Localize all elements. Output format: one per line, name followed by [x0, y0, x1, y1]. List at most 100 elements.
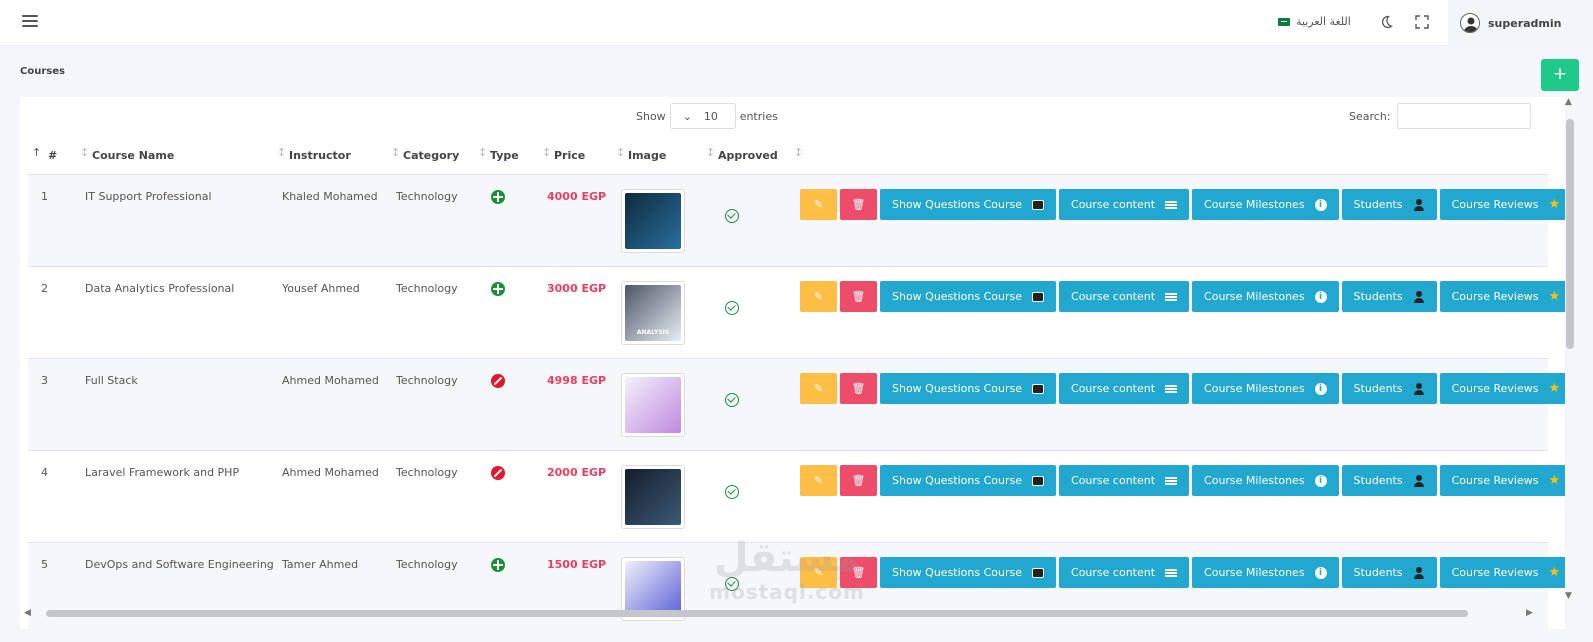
dark-mode-moon-icon[interactable] [1378, 14, 1394, 30]
show-questions-button[interactable]: Show Questions Course [880, 281, 1057, 312]
pencil-icon: ✎ [813, 290, 824, 303]
pencil-icon: ✎ [813, 474, 824, 487]
course-milestones-button[interactable]: Course Milestones i [1192, 465, 1339, 496]
sort-icon[interactable] [80, 146, 89, 163]
course-name: Full Stack [85, 374, 138, 387]
delete-button[interactable]: 🗑 [840, 189, 877, 220]
user-icon [1413, 290, 1425, 303]
user-menu[interactable]: superadmin [1448, 0, 1593, 46]
column-header-image[interactable]: Image [628, 149, 666, 162]
course-content-button[interactable]: Course content [1059, 373, 1190, 404]
delete-button[interactable]: 🗑 [840, 281, 877, 312]
course-price: 2000 EGP [547, 466, 607, 479]
sort-icon[interactable] [277, 146, 286, 163]
table-row: 1 IT Support Professional Khaled Mohamed… [28, 175, 1565, 267]
sort-icon[interactable] [794, 146, 803, 163]
course-reviews-button[interactable]: Course Reviews ★ [1439, 557, 1565, 588]
edit-button[interactable]: ✎ [800, 557, 837, 588]
fullscreen-icon[interactable] [1414, 14, 1430, 30]
online-type-icon [491, 190, 505, 204]
show-questions-label: Show Questions Course [892, 382, 1023, 395]
sort-icon[interactable] [706, 146, 715, 163]
column-header-course-name[interactable]: Course Name [92, 149, 174, 162]
course-content-button[interactable]: Course content [1059, 281, 1190, 312]
delete-button[interactable]: 🗑 [840, 373, 877, 404]
scrollbar-thumb[interactable] [46, 610, 1468, 617]
scroll-right-icon[interactable]: ▶ [1526, 608, 1533, 618]
course-milestones-button[interactable]: Course Milestones i [1192, 281, 1339, 312]
course-milestones-button[interactable]: Course Milestones i [1192, 557, 1339, 588]
delete-button[interactable]: 🗑 [840, 557, 877, 588]
avatar [1460, 13, 1480, 33]
course-price: 1500 EGP [547, 558, 607, 571]
column-header-type[interactable]: Type [490, 149, 519, 162]
course-reviews-button[interactable]: Course Reviews ★ [1439, 281, 1565, 312]
column-header-price[interactable]: Price [554, 149, 585, 162]
students-label: Students [1353, 382, 1403, 395]
course-content-label: Course content [1071, 382, 1156, 395]
course-reviews-button[interactable]: Course Reviews ★ [1439, 465, 1565, 496]
scroll-left-icon[interactable]: ◀ [24, 608, 31, 618]
entries-select[interactable]: ⌄ 10 [669, 103, 736, 129]
edit-button[interactable]: ✎ [800, 373, 837, 404]
instructor-name: Khaled Mohamed [282, 190, 378, 203]
show-questions-button[interactable]: Show Questions Course [880, 465, 1057, 496]
show-questions-button[interactable]: Show Questions Course [880, 189, 1057, 220]
course-content-button[interactable]: Course content [1059, 557, 1190, 588]
course-thumbnail [621, 465, 685, 529]
course-milestones-button[interactable]: Course Milestones i [1192, 189, 1339, 220]
menu-toggle-icon[interactable] [22, 15, 38, 29]
course-reviews-button[interactable]: Course Reviews ★ [1439, 373, 1565, 404]
sort-icon[interactable] [478, 146, 487, 163]
row-actions: ✎ 🗑 Show Questions Course Course content… [800, 281, 1565, 312]
students-button[interactable]: Students [1341, 281, 1437, 312]
vertical-scrollbar[interactable]: ▲ ▼ [1565, 97, 1575, 607]
column-header-category[interactable]: Category [403, 149, 459, 162]
sort-icon[interactable] [391, 146, 400, 163]
course-image [625, 377, 681, 433]
table-header: # Course Name Instructor Category Type P… [28, 139, 1548, 175]
edit-button[interactable]: ✎ [800, 189, 837, 220]
instructor-name: Tamer Ahmed [282, 558, 359, 571]
list-icon [1165, 292, 1178, 301]
camera-icon [1032, 291, 1045, 302]
courses-table-card: Show ⌄ 10 entries Search: # Course Name … [20, 97, 1565, 629]
course-reviews-label: Course Reviews [1451, 566, 1539, 579]
course-content-button[interactable]: Course content [1059, 189, 1190, 220]
add-course-button[interactable]: + [1541, 59, 1579, 91]
students-button[interactable]: Students [1341, 465, 1437, 496]
sort-icon[interactable] [616, 146, 625, 163]
list-icon [1165, 568, 1178, 577]
course-content-label: Course content [1071, 290, 1156, 303]
course-image [625, 469, 681, 525]
sort-asc-icon[interactable] [32, 146, 41, 163]
course-milestones-button[interactable]: Course Milestones i [1192, 373, 1339, 404]
sort-icon[interactable] [542, 146, 551, 163]
language-switcher[interactable]: اللغة العربية [1278, 15, 1351, 28]
course-name: DevOps and Software Engineering [85, 558, 274, 571]
show-questions-button[interactable]: Show Questions Course [880, 373, 1057, 404]
show-questions-button[interactable]: Show Questions Course [880, 557, 1057, 588]
scroll-down-icon[interactable]: ▼ [1565, 591, 1572, 601]
page-title: Courses [20, 66, 65, 77]
edit-button[interactable]: ✎ [800, 281, 837, 312]
camera-icon [1032, 567, 1045, 578]
scroll-up-icon[interactable]: ▲ [1565, 97, 1572, 107]
row-actions: ✎ 🗑 Show Questions Course Course content… [800, 557, 1565, 588]
delete-button[interactable]: 🗑 [840, 465, 877, 496]
info-icon: i [1314, 566, 1327, 579]
trash-icon: 🗑 [851, 566, 866, 579]
course-price: 4998 EGP [547, 374, 607, 387]
column-header-number[interactable]: # [48, 149, 57, 162]
scrollbar-thumb[interactable] [1566, 119, 1574, 349]
search-input[interactable] [1396, 103, 1531, 129]
students-button[interactable]: Students [1341, 557, 1437, 588]
column-header-instructor[interactable]: Instructor [289, 149, 351, 162]
students-button[interactable]: Students [1341, 373, 1437, 404]
edit-button[interactable]: ✎ [800, 465, 837, 496]
students-button[interactable]: Students [1341, 189, 1437, 220]
course-reviews-button[interactable]: Course Reviews ★ [1439, 189, 1565, 220]
column-header-approved[interactable]: Approved [718, 149, 778, 162]
horizontal-scrollbar[interactable]: ◀ ▶ [20, 607, 1545, 618]
course-content-button[interactable]: Course content [1059, 465, 1190, 496]
